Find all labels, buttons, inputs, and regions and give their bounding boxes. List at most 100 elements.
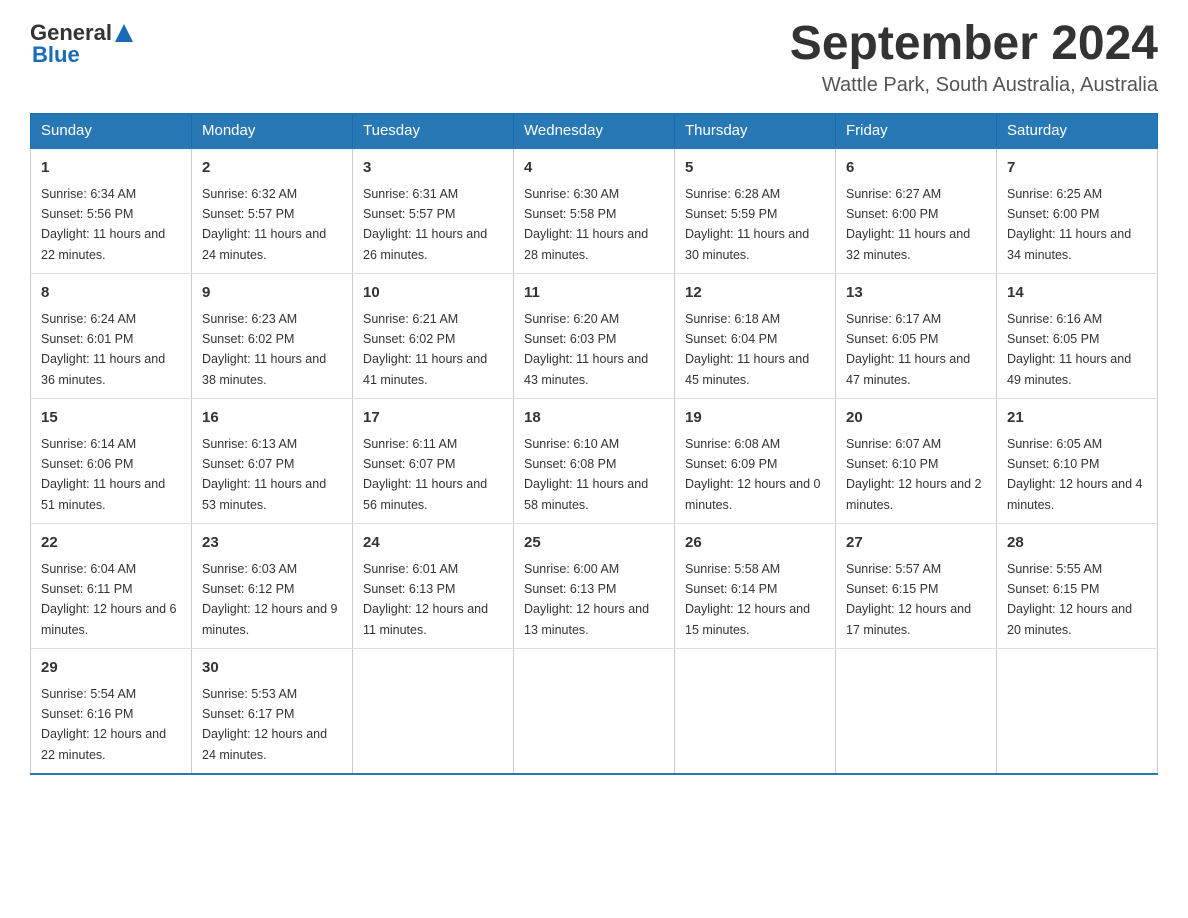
calendar-cell	[514, 649, 675, 775]
day-number: 12	[685, 282, 825, 305]
day-number: 13	[846, 282, 986, 305]
day-info: Sunrise: 6:08 AMSunset: 6:09 PMDaylight:…	[685, 437, 821, 512]
calendar-cell: 3 Sunrise: 6:31 AMSunset: 5:57 PMDaylight…	[353, 148, 514, 274]
day-info: Sunrise: 6:10 AMSunset: 6:08 PMDaylight:…	[524, 437, 648, 512]
day-info: Sunrise: 5:54 AMSunset: 6:16 PMDaylight:…	[41, 687, 166, 762]
day-info: Sunrise: 6:14 AMSunset: 6:06 PMDaylight:…	[41, 437, 165, 512]
day-number: 23	[202, 532, 342, 555]
calendar-cell: 9Sunrise: 6:23 AMSunset: 6:02 PMDaylight…	[192, 274, 353, 399]
calendar-cell: 16 Sunrise: 6:13 AMSunset: 6:07 PMDayligh…	[192, 399, 353, 524]
day-number: 14	[1007, 282, 1147, 305]
calendar-table: SundayMondayTuesdayWednesdayThursdayFrid…	[30, 113, 1158, 775]
calendar-cell: 19 Sunrise: 6:08 AMSunset: 6:09 PMDayligh…	[675, 399, 836, 524]
day-info: Sunrise: 6:05 AMSunset: 6:10 PMDaylight:…	[1007, 437, 1143, 512]
day-info: Sunrise: 6:28 AMSunset: 5:59 PMDaylight:…	[685, 187, 809, 262]
day-number: 30	[202, 657, 342, 680]
day-number: 17	[363, 407, 503, 430]
day-info: Sunrise: 6:30 AMSunset: 5:58 PMDaylight:…	[524, 187, 648, 262]
day-info: Sunrise: 6:17 AMSunset: 6:05 PMDaylight:…	[846, 312, 970, 387]
day-number: 7	[1007, 157, 1147, 180]
day-info: Sunrise: 6:11 AMSunset: 6:07 PMDaylight:…	[363, 437, 487, 512]
calendar-cell: 24Sunrise: 6:01 AMSunset: 6:13 PMDayligh…	[353, 524, 514, 649]
day-info: Sunrise: 6:13 AMSunset: 6:07 PMDaylight:…	[202, 437, 326, 512]
calendar-cell: 7 Sunrise: 6:25 AMSunset: 6:00 PMDaylight…	[997, 148, 1158, 274]
week-row-5: 29 Sunrise: 5:54 AMSunset: 6:16 PMDayligh…	[31, 649, 1158, 775]
calendar-cell: 22 Sunrise: 6:04 AMSunset: 6:11 PMDayligh…	[31, 524, 192, 649]
month-title: September 2024	[790, 20, 1158, 68]
calendar-cell	[353, 649, 514, 775]
day-number: 15	[41, 407, 181, 430]
calendar-cell: 1 Sunrise: 6:34 AMSunset: 5:56 PMDaylight…	[31, 148, 192, 274]
calendar-cell: 26 Sunrise: 5:58 AMSunset: 6:14 PMDayligh…	[675, 524, 836, 649]
calendar-cell: 14Sunrise: 6:16 AMSunset: 6:05 PMDayligh…	[997, 274, 1158, 399]
day-number: 26	[685, 532, 825, 555]
logo-triangle-icon	[113, 22, 135, 44]
calendar-cell: 20Sunrise: 6:07 AMSunset: 6:10 PMDayligh…	[836, 399, 997, 524]
calendar-cell: 11 Sunrise: 6:20 AMSunset: 6:03 PMDayligh…	[514, 274, 675, 399]
week-row-3: 15 Sunrise: 6:14 AMSunset: 6:06 PMDayligh…	[31, 399, 1158, 524]
calendar-cell: 2 Sunrise: 6:32 AMSunset: 5:57 PMDaylight…	[192, 148, 353, 274]
day-info: Sunrise: 6:23 AMSunset: 6:02 PMDaylight:…	[202, 312, 326, 387]
calendar-cell	[997, 649, 1158, 775]
day-number: 20	[846, 407, 986, 430]
calendar-cell: 6Sunrise: 6:27 AMSunset: 6:00 PMDaylight…	[836, 148, 997, 274]
calendar-cell: 28Sunrise: 5:55 AMSunset: 6:15 PMDayligh…	[997, 524, 1158, 649]
logo: General Blue	[30, 20, 136, 68]
day-info: Sunrise: 6:32 AMSunset: 5:57 PMDaylight:…	[202, 187, 326, 262]
calendar-cell: 12 Sunrise: 6:18 AMSunset: 6:04 PMDayligh…	[675, 274, 836, 399]
day-info: Sunrise: 6:31 AMSunset: 5:57 PMDaylight:…	[363, 187, 487, 262]
calendar-cell	[675, 649, 836, 775]
title-area: September 2024 Wattle Park, South Austra…	[790, 20, 1158, 97]
day-number: 28	[1007, 532, 1147, 555]
day-number: 27	[846, 532, 986, 555]
weekday-header-wednesday: Wednesday	[514, 114, 675, 149]
day-info: Sunrise: 5:57 AMSunset: 6:15 PMDaylight:…	[846, 562, 971, 637]
day-number: 2	[202, 157, 342, 180]
day-info: Sunrise: 6:21 AMSunset: 6:02 PMDaylight:…	[363, 312, 487, 387]
day-info: Sunrise: 5:53 AMSunset: 6:17 PMDaylight:…	[202, 687, 327, 762]
weekday-header-row: SundayMondayTuesdayWednesdayThursdayFrid…	[31, 114, 1158, 149]
day-number: 10	[363, 282, 503, 305]
day-info: Sunrise: 6:18 AMSunset: 6:04 PMDaylight:…	[685, 312, 809, 387]
day-info: Sunrise: 6:03 AMSunset: 6:12 PMDaylight:…	[202, 562, 338, 637]
day-info: Sunrise: 5:58 AMSunset: 6:14 PMDaylight:…	[685, 562, 810, 637]
weekday-header-monday: Monday	[192, 114, 353, 149]
day-number: 19	[685, 407, 825, 430]
calendar-cell: 8 Sunrise: 6:24 AMSunset: 6:01 PMDaylight…	[31, 274, 192, 399]
calendar-cell: 30 Sunrise: 5:53 AMSunset: 6:17 PMDayligh…	[192, 649, 353, 775]
day-number: 11	[524, 282, 664, 305]
weekday-header-thursday: Thursday	[675, 114, 836, 149]
calendar-cell: 4Sunrise: 6:30 AMSunset: 5:58 PMDaylight…	[514, 148, 675, 274]
calendar-cell: 21Sunrise: 6:05 AMSunset: 6:10 PMDayligh…	[997, 399, 1158, 524]
calendar-cell: 15 Sunrise: 6:14 AMSunset: 6:06 PMDayligh…	[31, 399, 192, 524]
day-number: 6	[846, 157, 986, 180]
calendar-cell: 23 Sunrise: 6:03 AMSunset: 6:12 PMDayligh…	[192, 524, 353, 649]
calendar-cell	[836, 649, 997, 775]
calendar-cell: 25 Sunrise: 6:00 AMSunset: 6:13 PMDayligh…	[514, 524, 675, 649]
day-number: 29	[41, 657, 181, 680]
day-number: 8	[41, 282, 181, 305]
day-info: Sunrise: 6:04 AMSunset: 6:11 PMDaylight:…	[41, 562, 177, 637]
day-info: Sunrise: 6:34 AMSunset: 5:56 PMDaylight:…	[41, 187, 165, 262]
weekday-header-tuesday: Tuesday	[353, 114, 514, 149]
day-info: Sunrise: 6:24 AMSunset: 6:01 PMDaylight:…	[41, 312, 165, 387]
day-number: 1	[41, 157, 181, 180]
logo-blue-text: Blue	[32, 42, 80, 68]
day-number: 25	[524, 532, 664, 555]
day-info: Sunrise: 6:25 AMSunset: 6:00 PMDaylight:…	[1007, 187, 1131, 262]
weekday-header-saturday: Saturday	[997, 114, 1158, 149]
day-info: Sunrise: 6:00 AMSunset: 6:13 PMDaylight:…	[524, 562, 649, 637]
calendar-cell: 10 Sunrise: 6:21 AMSunset: 6:02 PMDayligh…	[353, 274, 514, 399]
calendar-cell: 13 Sunrise: 6:17 AMSunset: 6:05 PMDayligh…	[836, 274, 997, 399]
day-number: 16	[202, 407, 342, 430]
day-number: 5	[685, 157, 825, 180]
location-title: Wattle Park, South Australia, Australia	[790, 74, 1158, 97]
day-number: 18	[524, 407, 664, 430]
day-number: 22	[41, 532, 181, 555]
day-number: 24	[363, 532, 503, 555]
week-row-1: 1 Sunrise: 6:34 AMSunset: 5:56 PMDaylight…	[31, 148, 1158, 274]
day-number: 3	[363, 157, 503, 180]
day-info: Sunrise: 6:20 AMSunset: 6:03 PMDaylight:…	[524, 312, 648, 387]
calendar-cell: 17 Sunrise: 6:11 AMSunset: 6:07 PMDayligh…	[353, 399, 514, 524]
calendar-cell: 27 Sunrise: 5:57 AMSunset: 6:15 PMDayligh…	[836, 524, 997, 649]
